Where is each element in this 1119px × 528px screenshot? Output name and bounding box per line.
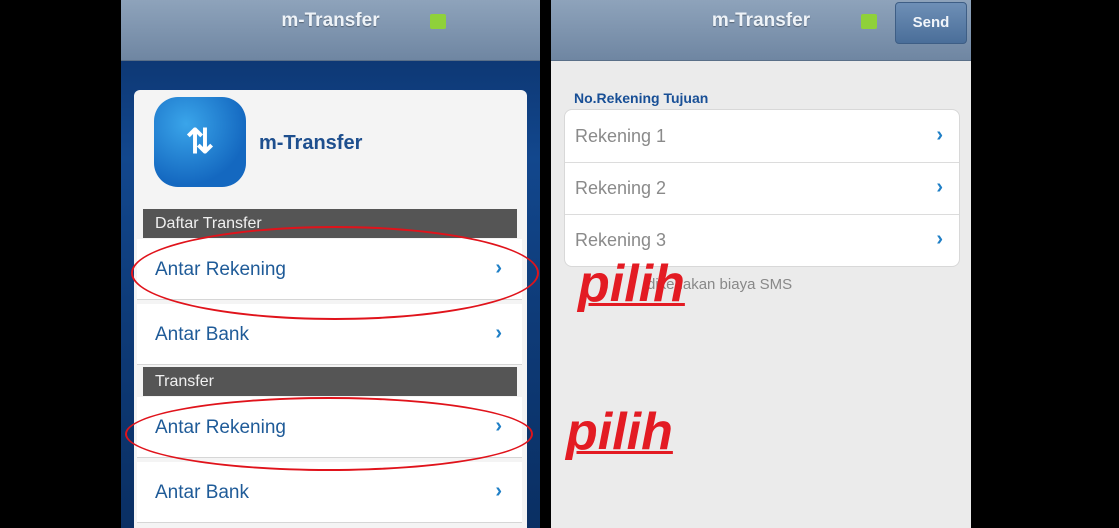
chevron-right-icon: › (495, 322, 502, 344)
chevron-right-icon: › (936, 124, 943, 146)
app-name: m-Transfer (259, 132, 363, 154)
left-title: m-Transfer (281, 10, 380, 31)
menu-item-label: Antar Bank (155, 482, 249, 503)
highlight-oval-1 (131, 226, 539, 320)
send-button[interactable]: Send (895, 2, 967, 44)
chevron-right-icon: › (936, 228, 943, 250)
chevron-right-icon: › (495, 480, 502, 502)
chevron-right-icon: › (936, 176, 943, 198)
menu-item-label: Antar Bank (155, 324, 249, 345)
left-title-bar: m-Transfer (121, 0, 540, 61)
status-indicator-icon (430, 14, 446, 29)
highlight-oval-2 (125, 397, 533, 471)
section-header-transfer: Transfer (143, 367, 517, 396)
pilih-annotation-1: pilih (578, 255, 685, 313)
account-item-1[interactable]: Rekening 1 › (565, 110, 959, 163)
account-label: Rekening 1 (575, 126, 667, 146)
account-label: Rekening 3 (575, 230, 667, 250)
account-label: Rekening 2 (575, 178, 667, 198)
transfer-arrows-icon: ⇅ (154, 97, 246, 187)
status-indicator-icon (861, 14, 877, 29)
account-list: Rekening 1 › Rekening 2 › Rekening 3 › (564, 109, 960, 267)
right-title-bar: m-Transfer Send (551, 0, 971, 61)
pilih-annotation-2: pilih (566, 403, 673, 461)
destination-account-label: No.Rekening Tujuan (574, 90, 709, 106)
menu-item-transfer-antar-bank[interactable]: Antar Bank › (137, 462, 522, 523)
account-item-2[interactable]: Rekening 2 › (565, 162, 959, 215)
